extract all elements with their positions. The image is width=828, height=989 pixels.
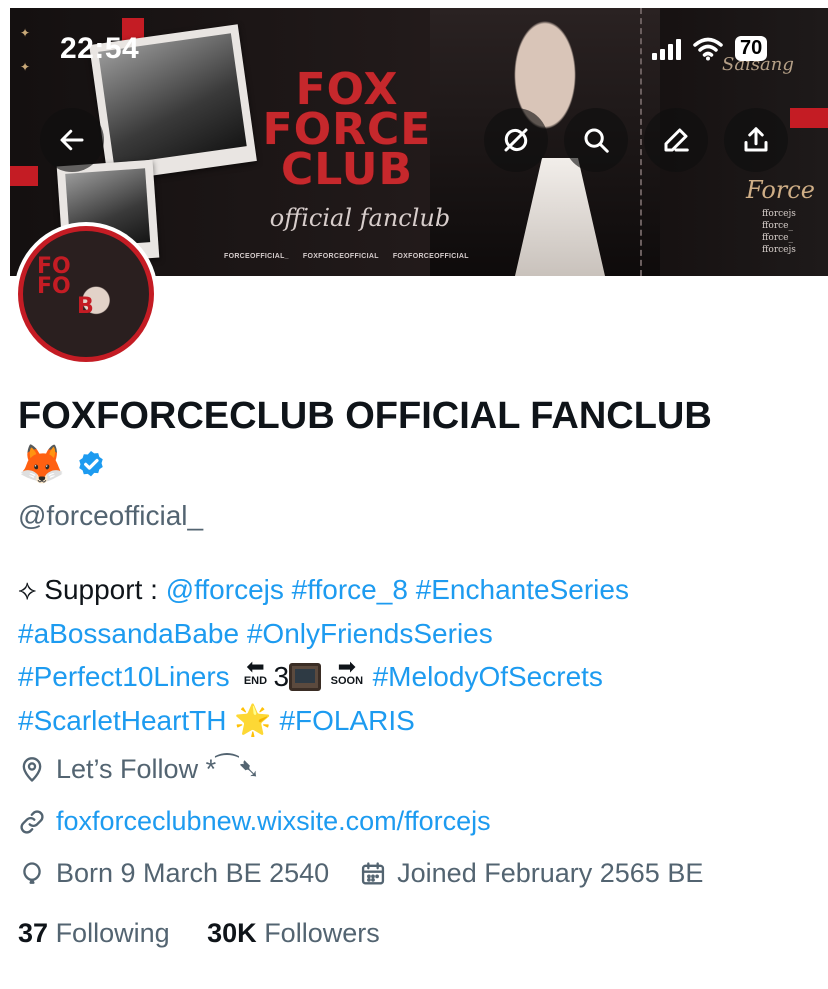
banner-side-word: Force — [746, 176, 815, 204]
hashtag-link[interactable]: #FOLARIS — [279, 705, 414, 736]
following-label: Following — [55, 918, 170, 948]
sparkle-icon: ✦ — [20, 26, 31, 40]
tv-icon — [289, 663, 322, 691]
bio-line: #Perfect10Liners ⬅ END 3 ➡ SOON #MelodyOfSe… — [18, 654, 603, 693]
hashtag-link[interactable]: #ScarletHeartTH — [18, 705, 227, 736]
signal-icon — [652, 38, 681, 60]
banner-handle: FORCEOFFICIAL_ — [224, 253, 289, 260]
banner-divider — [640, 8, 642, 276]
share-icon — [744, 127, 768, 152]
birthday-text: Born 9 March BE 2540 — [56, 858, 330, 888]
user-handle: @forceofficial_ — [18, 500, 204, 531]
profile-bio: ⟡ Support : @fforcejs #fforce_8 #Enchant… — [18, 568, 818, 742]
arrow-left-icon — [60, 129, 84, 151]
share-button[interactable] — [724, 108, 788, 172]
battery-indicator: 70 — [735, 36, 768, 61]
joined-text: Joined February 2565 BE — [397, 858, 704, 888]
hashtag-link[interactable]: #Perfect10Liners — [18, 661, 230, 692]
sparkle-icon: ✦ — [20, 60, 31, 74]
display-name: FOXFORCECLUB OFFICIAL FANCLUB🦊 — [18, 392, 718, 490]
profile-website: foxforceclubnew.wixsite.com/fforcejs — [18, 806, 491, 837]
profile-dates: Born 9 March BE 2540 Joined February 256… — [18, 858, 703, 889]
calendar-icon — [362, 861, 385, 884]
verified-badge-icon[interactable] — [75, 449, 107, 481]
back-button[interactable] — [40, 108, 104, 172]
pencil-icon — [664, 128, 689, 152]
status-indicators: 70 — [652, 36, 768, 61]
no-retweets-button[interactable] — [484, 108, 548, 172]
avatar-image: FO FO B — [18, 226, 154, 362]
link-icon — [20, 809, 44, 834]
bio-line: #aBossandaBabe #OnlyFriendsSeries — [18, 612, 818, 656]
hashtag-link[interactable]: #fforce_8 — [292, 574, 408, 605]
banner-handle: FOXFORCEOFFICIAL — [302, 253, 379, 260]
location-text: Let’s Follow *⁀➷ — [56, 754, 261, 784]
banner-red-stripe — [790, 108, 828, 128]
glowing-star-icon: 🌟 — [234, 703, 272, 737]
banner-subtitle: official fanclub — [269, 204, 451, 232]
bio-line: #ScarletHeartTH 🌟 #FOLARIS — [18, 699, 818, 743]
avatar-logo-text: FO FO B — [37, 254, 94, 319]
banner-handle: FOXFORCEOFFICIAL — [392, 253, 469, 260]
bio-line: ⟡ Support : @fforcejs #fforce_8 #Enchant… — [18, 574, 629, 605]
wifi-icon — [693, 37, 723, 60]
banner-red-stripe — [10, 166, 38, 186]
display-name-text: FOXFORCECLUB OFFICIAL FANCLUB🦊 — [18, 395, 712, 486]
avatar[interactable]: FO FO B — [14, 222, 158, 366]
end-arrow-icon: ⬅ END — [243, 654, 268, 688]
banner-title: FOX FORCE CLUB — [262, 64, 432, 195]
website-link[interactable]: foxforceclubnew.wixsite.com/fforcejs — [56, 806, 491, 837]
hashtag-link[interactable]: #MelodyOfSecrets — [373, 661, 603, 692]
followers-link[interactable]: 30K Followers — [207, 918, 380, 948]
location-pin-icon — [22, 756, 42, 782]
following-link[interactable]: 37 Following — [18, 918, 170, 948]
edit-button[interactable] — [644, 108, 708, 172]
followers-label: Followers — [264, 918, 380, 948]
soon-arrow-icon: ➡ SOON — [330, 654, 364, 688]
mention-link[interactable]: @fforcejs — [166, 574, 284, 605]
hashtag-link[interactable]: #aBossandaBabe — [18, 618, 239, 649]
hashtag-link[interactable]: #EnchanteSeries — [416, 574, 629, 605]
banner-side-list: fforcejs fforce_ fforce_ fforcejs — [762, 209, 796, 255]
repost-off-icon — [504, 128, 528, 152]
follow-stats: 37 Following 30K Followers — [18, 918, 380, 949]
followers-count: 30K — [207, 918, 257, 948]
search-icon — [584, 128, 609, 153]
profile-location: Let’s Follow *⁀➷ — [18, 754, 260, 785]
banner-handles: FORCEOFFICIAL_ FOXFORCEOFFICIAL FOXFORCE… — [224, 253, 484, 260]
hashtag-link[interactable]: #OnlyFriendsSeries — [247, 618, 493, 649]
search-button[interactable] — [564, 108, 628, 172]
following-count: 37 — [18, 918, 49, 948]
status-time: 22:54 — [60, 32, 140, 65]
balloon-icon — [23, 861, 41, 884]
